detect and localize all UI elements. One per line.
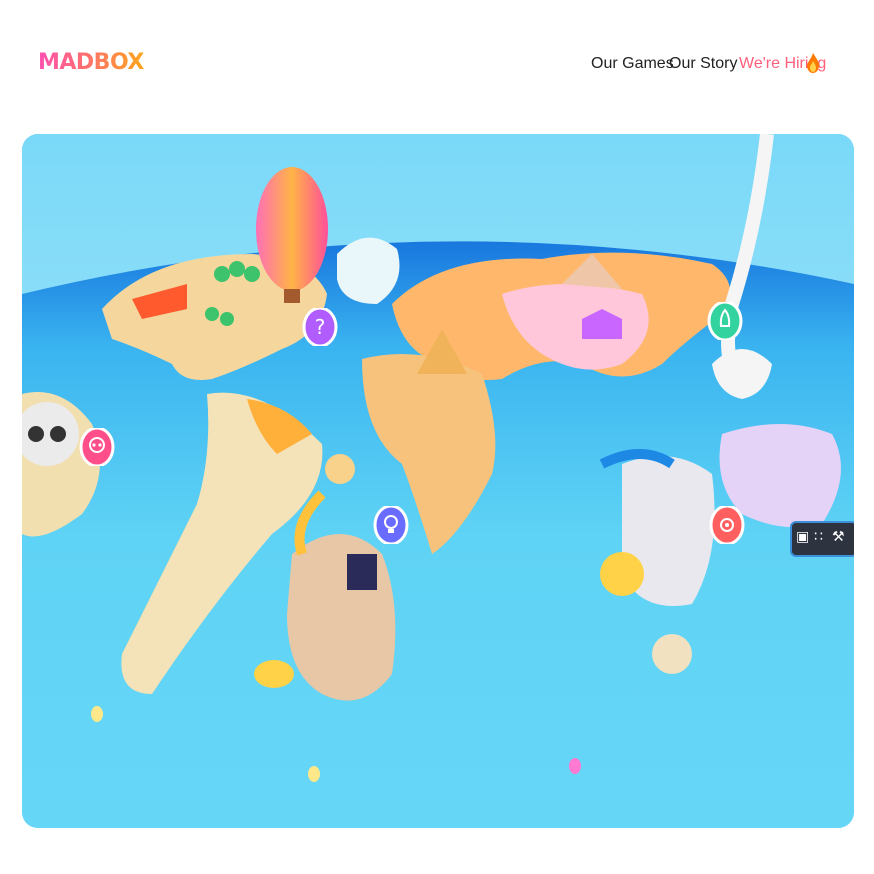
wrench-icon: ⚒	[832, 529, 845, 545]
world-map-hero[interactable]: ? ▣ ∷ ⚒	[22, 134, 854, 828]
madbox-logo[interactable]: MADBOX	[38, 50, 144, 75]
gear-icon[interactable]	[708, 506, 746, 544]
nav-our-story[interactable]: Our Story	[669, 55, 737, 73]
nav-our-games[interactable]: Our Games	[591, 55, 674, 73]
site-header: MADBOX Our Games Our Story We're Hiring	[0, 0, 874, 130]
world-map-illustration	[22, 134, 854, 828]
rocket-icon[interactable]	[706, 302, 744, 340]
question-icon[interactable]: ?	[301, 308, 339, 346]
keyboard-glyph-icon: ▣	[796, 529, 810, 545]
svg-text:?: ?	[315, 315, 326, 339]
keyboard-hint-overlay: ▣ ∷ ⚒	[790, 521, 854, 557]
flame-icon	[807, 53, 819, 73]
keyboard-glyph-icon-2: ∷	[814, 529, 823, 545]
skull-icon[interactable]	[78, 428, 116, 466]
lightbulb-icon[interactable]	[372, 506, 410, 544]
